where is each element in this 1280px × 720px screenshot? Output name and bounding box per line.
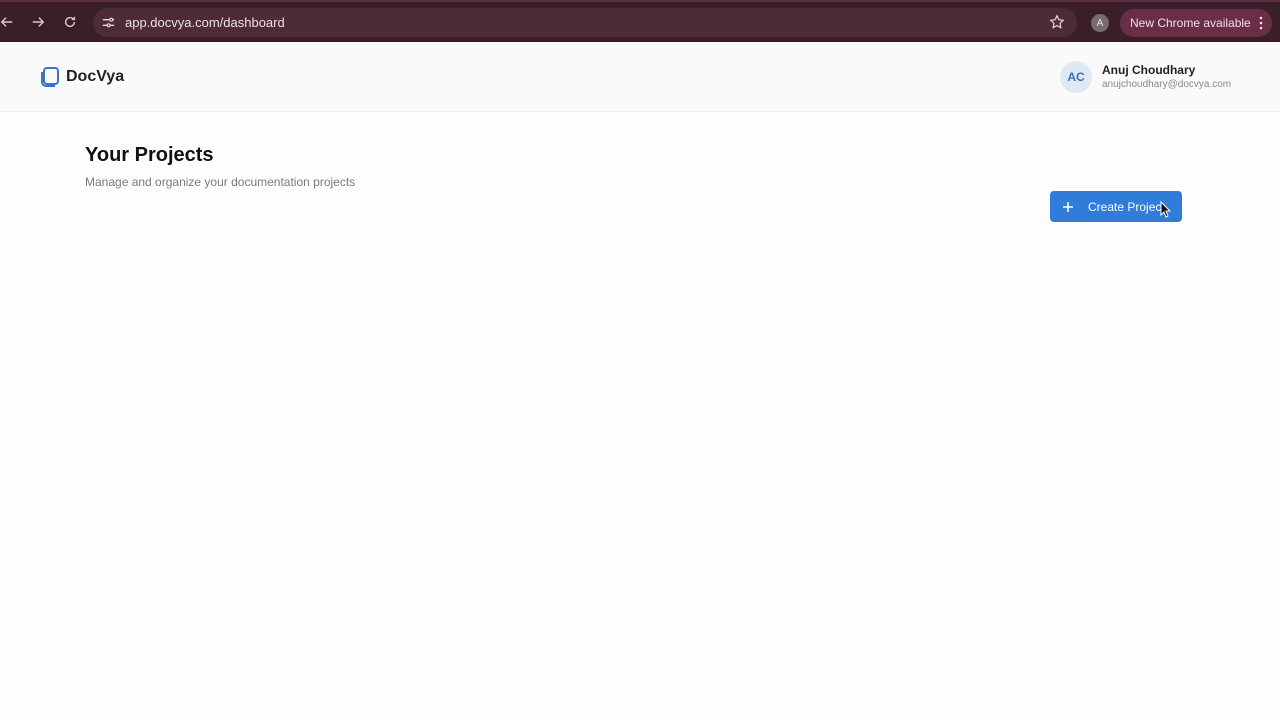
page-title: Your Projects [85,144,214,166]
user-menu[interactable]: AC Anuj Choudhary anujchoudhary@docvya.c… [1060,61,1231,93]
update-label: New Chrome available [1130,16,1251,30]
chrome-update-button[interactable]: New Chrome available [1120,9,1272,37]
app-header: DocVya AC Anuj Choudhary anujchoudhary@d… [0,42,1280,112]
page-subtitle: Manage and organize your documentation p… [85,175,356,189]
docvya-logo-icon [41,67,59,87]
reload-icon[interactable] [59,11,81,33]
plus-icon [1063,201,1073,212]
brand-logo[interactable]: DocVya [38,65,124,89]
back-icon[interactable] [0,11,18,33]
avatar: AC [1060,61,1092,93]
browser-toolbar: app.docvya.com/dashboard A New Chrome av… [0,0,1280,42]
browser-profile-avatar[interactable]: A [1091,14,1109,32]
address-bar[interactable]: app.docvya.com/dashboard [93,8,1077,37]
user-name: Anuj Choudhary [1102,62,1196,77]
bookmark-star-icon[interactable] [1049,14,1065,30]
brand-name: DocVya [66,68,125,85]
create-project-label: Create Project [1088,199,1165,214]
menu-dots-icon [1259,16,1263,30]
url-text: app.docvya.com/dashboard [125,15,285,30]
user-email: anujchoudhary@docvya.com [1102,78,1232,90]
site-settings-icon[interactable] [101,15,116,30]
forward-icon[interactable] [27,11,49,33]
mouse-pointer-icon [1160,201,1172,218]
